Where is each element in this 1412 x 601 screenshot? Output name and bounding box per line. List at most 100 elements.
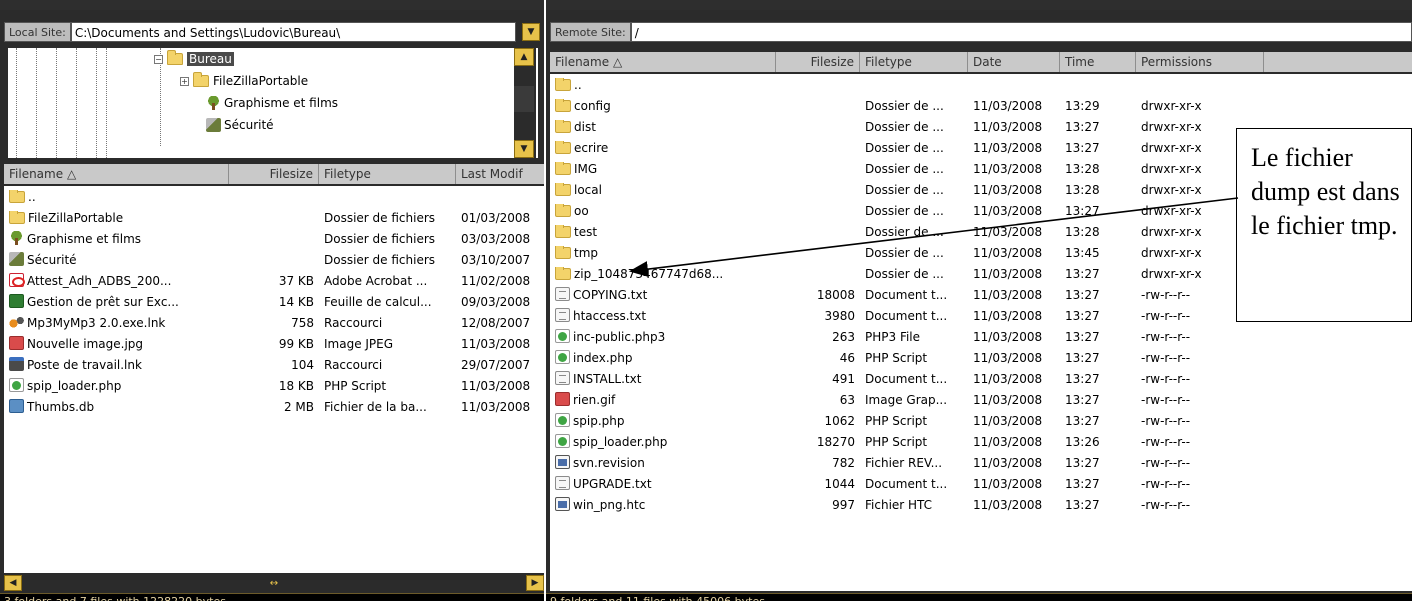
list-item[interactable]: Poste de travail.lnk 104 Raccourci 29/07/20… xyxy=(4,354,544,375)
local-horizontal-scrollbar[interactable]: ◀ ↔ ▶ xyxy=(4,575,544,591)
column-filetype[interactable]: Filetype xyxy=(319,164,456,184)
folder-icon xyxy=(555,98,571,112)
filename-cell: Poste de travail.lnk xyxy=(4,357,229,372)
column-time[interactable]: Time xyxy=(1060,52,1136,72)
remote-site-path-input[interactable]: / xyxy=(630,22,1412,42)
chevron-down-icon[interactable]: ▼ xyxy=(522,23,540,41)
tree-folder-icon xyxy=(206,96,221,110)
filesize-cell: 1044 xyxy=(824,476,855,491)
filesize-cell: 1062 xyxy=(824,413,855,428)
filetype-cell: PHP Script xyxy=(324,378,387,393)
folder-icon xyxy=(9,210,25,224)
column-permissions[interactable]: Permissions xyxy=(1136,52,1264,72)
filesize-cell: 18 KB xyxy=(278,378,314,393)
time-cell: 13:27 xyxy=(1065,308,1100,323)
filename-cell: Nouvelle image.jpg xyxy=(4,336,229,351)
list-item[interactable]: svn.revision 782 Fichier REV... 11/03/2008 1… xyxy=(550,452,1412,473)
file-name: svn.revision xyxy=(573,456,645,470)
file-name: index.php xyxy=(573,351,633,365)
filetype-cell: Dossier de ... xyxy=(865,119,944,134)
scroll-up-icon[interactable]: ▲ xyxy=(514,48,534,66)
modified-cell: 03/03/2008 xyxy=(461,231,531,246)
list-item[interactable]: .. xyxy=(4,186,544,207)
modified-cell: 11/02/2008 xyxy=(461,273,531,288)
list-item[interactable]: .. xyxy=(550,74,1412,95)
filetype-cell: Dossier de ... xyxy=(865,266,944,281)
time-cell: 13:27 xyxy=(1065,497,1100,512)
local-folder-tree[interactable]: − Bureau + FileZillaPortable Graphisme e… xyxy=(8,48,538,158)
scroll-left-icon[interactable]: ◀ xyxy=(4,575,22,591)
list-item[interactable]: Thumbs.db 2 MB Fichier de la ba... 11/03/20… xyxy=(4,396,544,417)
tree-item-graphisme[interactable]: Graphisme et films xyxy=(206,92,338,114)
filesize-cell: 99 KB xyxy=(278,336,314,351)
list-item[interactable]: spip.php 1062 PHP Script 11/03/2008 13:27 -rw… xyxy=(550,410,1412,431)
filetype-cell: PHP Script xyxy=(865,413,928,428)
tree-item-securite[interactable]: Sécurité xyxy=(206,114,274,136)
time-cell: 13:45 xyxy=(1065,245,1100,260)
file-name: local xyxy=(574,182,602,197)
time-cell: 13:27 xyxy=(1065,266,1100,281)
time-cell: 13:27 xyxy=(1065,350,1100,365)
permissions-cell: -rw-r--r-- xyxy=(1141,434,1191,449)
time-cell: 13:28 xyxy=(1065,224,1100,239)
time-cell: 13:27 xyxy=(1065,119,1100,134)
list-item[interactable]: Graphisme et films Dossier de fichiers 03/… xyxy=(4,228,544,249)
tree-folder-icon xyxy=(9,231,24,245)
file-name: Gestion de prêt sur Exc... xyxy=(27,295,179,309)
folder-icon xyxy=(555,140,571,154)
filename-cell: Thumbs.db xyxy=(4,399,229,414)
security-folder-icon xyxy=(206,118,221,132)
list-item[interactable]: index.php 46 PHP Script 11/03/2008 13:27 -rw-… xyxy=(550,347,1412,368)
filename-cell: .. xyxy=(4,189,229,204)
column-last-modified[interactable]: Last Modif xyxy=(456,164,544,184)
file-name: zip_104873467747d68... xyxy=(574,266,724,281)
list-item[interactable]: Attest_Adh_ADBS_200... 37 KB Adobe Acrobat… xyxy=(4,270,544,291)
list-item[interactable]: Gestion de prêt sur Exc... 14 KB Feuille d… xyxy=(4,291,544,312)
filetype-cell: PHP Script xyxy=(865,434,928,449)
tree-item-filezillaportable[interactable]: + FileZillaPortable xyxy=(180,70,308,92)
column-filename[interactable]: Filename △ xyxy=(4,164,229,184)
modified-cell: 11/03/2008 xyxy=(461,336,531,351)
file-name: Graphisme et films xyxy=(27,232,142,246)
scroll-right-icon[interactable]: ▶ xyxy=(526,575,544,591)
folder-icon xyxy=(555,266,571,280)
list-item[interactable]: spip_loader.php 18 KB PHP Script 11/03/2008 xyxy=(4,375,544,396)
column-filename[interactable]: Filename △ xyxy=(550,52,776,72)
list-item[interactable]: Mp3MyMp3 2.0.exe.lnk 758 Raccourci 12/08/20… xyxy=(4,312,544,333)
list-item[interactable]: win_png.htc 997 Fichier HTC 11/03/2008 13:27… xyxy=(550,494,1412,515)
tree-item-bureau[interactable]: − Bureau xyxy=(154,48,234,70)
collapse-icon[interactable]: − xyxy=(154,54,163,64)
list-item[interactable]: rien.gif 63 Image Grap... 11/03/2008 13:27 -r… xyxy=(550,389,1412,410)
column-filesize[interactable]: Filesize xyxy=(229,164,319,184)
list-item[interactable]: inc-public.php3 263 PHP3 File 11/03/2008 13:… xyxy=(550,326,1412,347)
list-item[interactable]: spip_loader.php 18270 PHP Script 11/03/2008… xyxy=(550,431,1412,452)
list-item[interactable]: Nouvelle image.jpg 99 KB Image JPEG 11/03/2… xyxy=(4,333,544,354)
list-item[interactable]: FileZillaPortable Dossier de fichiers 01/0… xyxy=(4,207,544,228)
tree-guide xyxy=(76,48,77,158)
local-list-header: Filename △ Filesize Filetype Last Modif xyxy=(4,164,544,184)
local-site-path-input[interactable]: C:\Documents and Settings\Ludovic\Bureau… xyxy=(70,22,516,42)
folder-icon xyxy=(555,224,571,238)
filename-cell: Gestion de prêt sur Exc... xyxy=(4,294,229,309)
permissions-cell: -rw-r--r-- xyxy=(1141,455,1191,470)
list-item[interactable]: Sécurité Dossier de fichiers 03/10/2007 xyxy=(4,249,544,270)
filetype-cell: Dossier de ... xyxy=(865,182,944,197)
filesize-cell: 2 MB xyxy=(283,399,314,414)
scroll-thumb[interactable] xyxy=(514,86,534,112)
shortcut-app-icon xyxy=(9,315,24,329)
filename-cell: INSTALL.txt xyxy=(550,371,776,386)
list-item[interactable]: config Dossier de ... 11/03/2008 13:29 drwxr… xyxy=(550,95,1412,116)
filetype-cell: Dossier de ... xyxy=(865,161,944,176)
expand-icon[interactable]: + xyxy=(180,76,189,86)
column-filesize[interactable]: Filesize xyxy=(776,52,860,72)
column-date[interactable]: Date xyxy=(968,52,1060,72)
column-filetype[interactable]: Filetype xyxy=(860,52,968,72)
date-cell: 11/03/2008 xyxy=(973,455,1043,470)
list-item[interactable]: UPGRADE.txt 1044 Document t... 11/03/2008 13… xyxy=(550,473,1412,494)
tree-scrollbar[interactable]: ▲ ▼ xyxy=(514,48,536,158)
filetype-cell: Image Grap... xyxy=(865,392,948,407)
scroll-down-icon[interactable]: ▼ xyxy=(514,140,534,158)
list-item[interactable]: INSTALL.txt 491 Document t... 11/03/2008 13:… xyxy=(550,368,1412,389)
scroll-thumb-grip-icon[interactable]: ↔ xyxy=(22,578,526,589)
local-file-list[interactable]: .. FileZillaPortable Dossier de fichiers 01… xyxy=(4,186,544,573)
